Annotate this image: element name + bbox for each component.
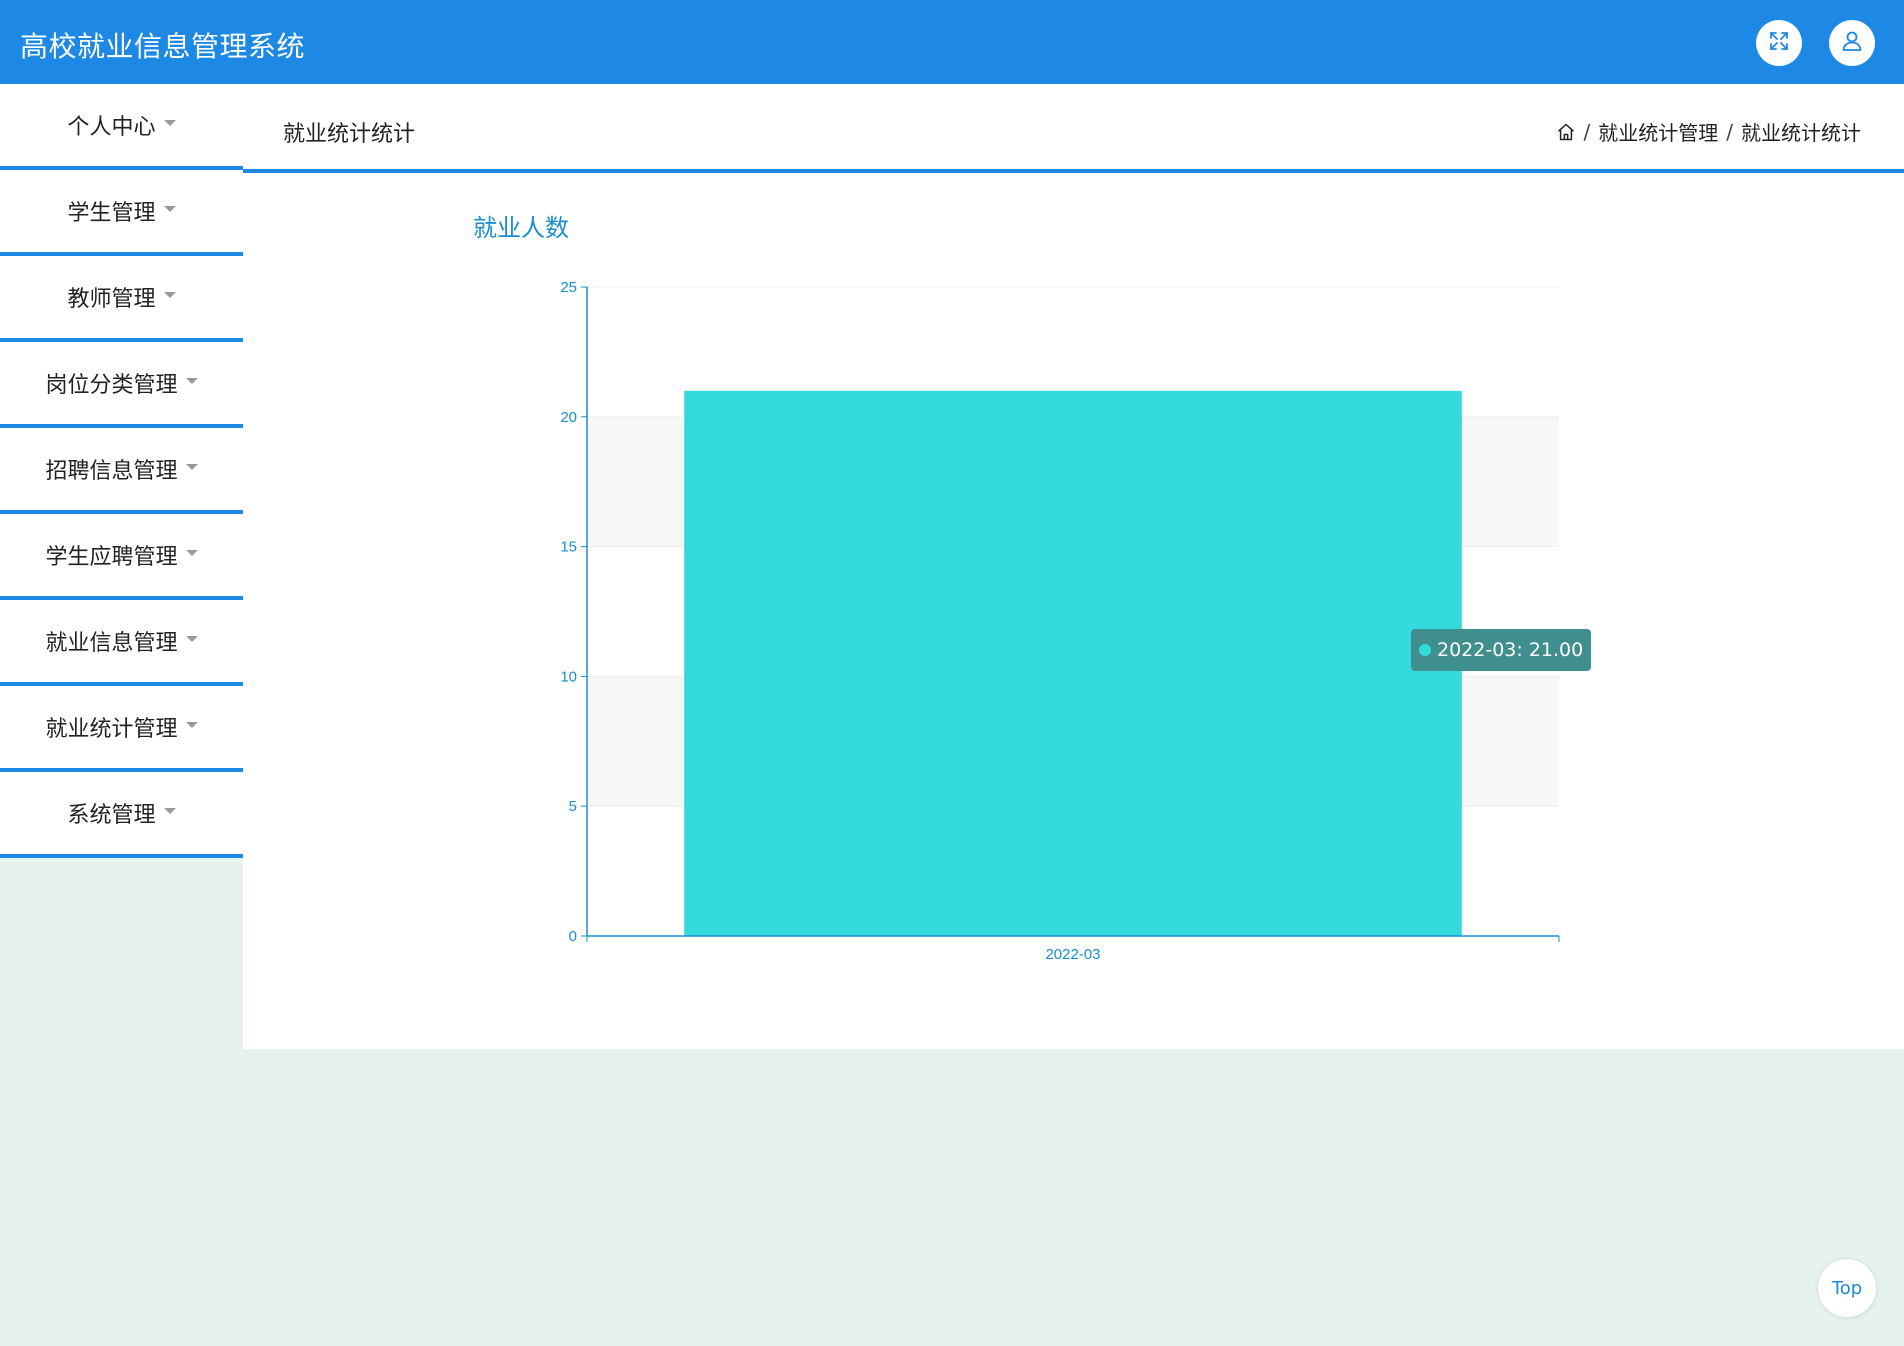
caret-down-icon [185, 636, 198, 642]
sidebar-item-label: 就业统计管理 [45, 717, 178, 742]
y-tick-label: 20 [560, 409, 577, 426]
caret-down-icon [163, 120, 176, 126]
caret-down-icon [163, 292, 176, 298]
caret-down-icon [185, 378, 198, 384]
sidebar-item-label: 岗位分类管理 [45, 373, 178, 398]
y-tick-label: 15 [560, 539, 577, 556]
sidebar-item-label: 个人中心 [67, 115, 156, 140]
caret-down-icon [163, 808, 176, 814]
caret-down-icon [185, 722, 198, 728]
sidebar-item-employment-statistics-management[interactable]: 就业统计管理 [0, 686, 243, 772]
sidebar-item-label: 系统管理 [67, 803, 156, 828]
y-tick-label: 25 [560, 279, 577, 296]
y-tick-label: 5 [569, 798, 577, 815]
back-to-top-button[interactable]: Top [1817, 1258, 1877, 1318]
sidebar-item-position-category-management[interactable]: 岗位分类管理 [0, 342, 243, 428]
sidebar-item-recruitment-info-management[interactable]: 招聘信息管理 [0, 428, 243, 514]
sidebar-item-label: 招聘信息管理 [45, 459, 178, 484]
caret-down-icon [185, 464, 198, 470]
chart-tooltip: 2022-03: 21.00 [1411, 629, 1592, 671]
sidebar-item-label: 学生应聘管理 [45, 545, 178, 570]
x-tick-label: 2022-03 [1045, 946, 1100, 963]
y-tick-label: 0 [569, 928, 577, 945]
sidebar: 个人中心 学生管理 教师管理 岗位分类管理 招聘信息管理 学生应聘管理 就业信息… [0, 84, 243, 858]
tooltip-text: 2022-03: 21.00 [1437, 639, 1584, 661]
top-header-bar: 高校就业信息管理系统 [0, 0, 1904, 84]
sidebar-item-label: 就业信息管理 [45, 631, 178, 656]
bar [684, 390, 1462, 937]
tooltip-series-dot [1419, 644, 1431, 656]
main-content: 就业统计统计 / 就业统计管理 / 就业统计统计 就业人数 0 5 10 15 20 25… [243, 84, 1904, 1049]
sidebar-item-personal-center[interactable]: 个人中心 [0, 84, 243, 170]
y-tick-label: 10 [560, 668, 577, 685]
sidebar-item-employment-info-management[interactable]: 就业信息管理 [0, 600, 243, 686]
sidebar-item-student-application-management[interactable]: 学生应聘管理 [0, 514, 243, 600]
sidebar-item-teacher-management[interactable]: 教师管理 [0, 256, 243, 342]
fullscreen-icon [1767, 29, 1791, 57]
sidebar-item-label: 教师管理 [67, 287, 156, 312]
sidebar-item-label: 学生管理 [67, 201, 156, 226]
fullscreen-button[interactable] [1756, 20, 1802, 66]
app-title: 高校就业信息管理系统 [20, 30, 306, 63]
user-icon [1840, 29, 1864, 57]
sidebar-item-system-management[interactable]: 系统管理 [0, 772, 243, 858]
user-button[interactable] [1829, 20, 1875, 66]
caret-down-icon [185, 550, 198, 556]
caret-down-icon [163, 206, 176, 212]
bar-chart: 0 5 10 15 20 25 2022-03 [560, 279, 1560, 963]
sidebar-item-student-management[interactable]: 学生管理 [0, 170, 243, 256]
